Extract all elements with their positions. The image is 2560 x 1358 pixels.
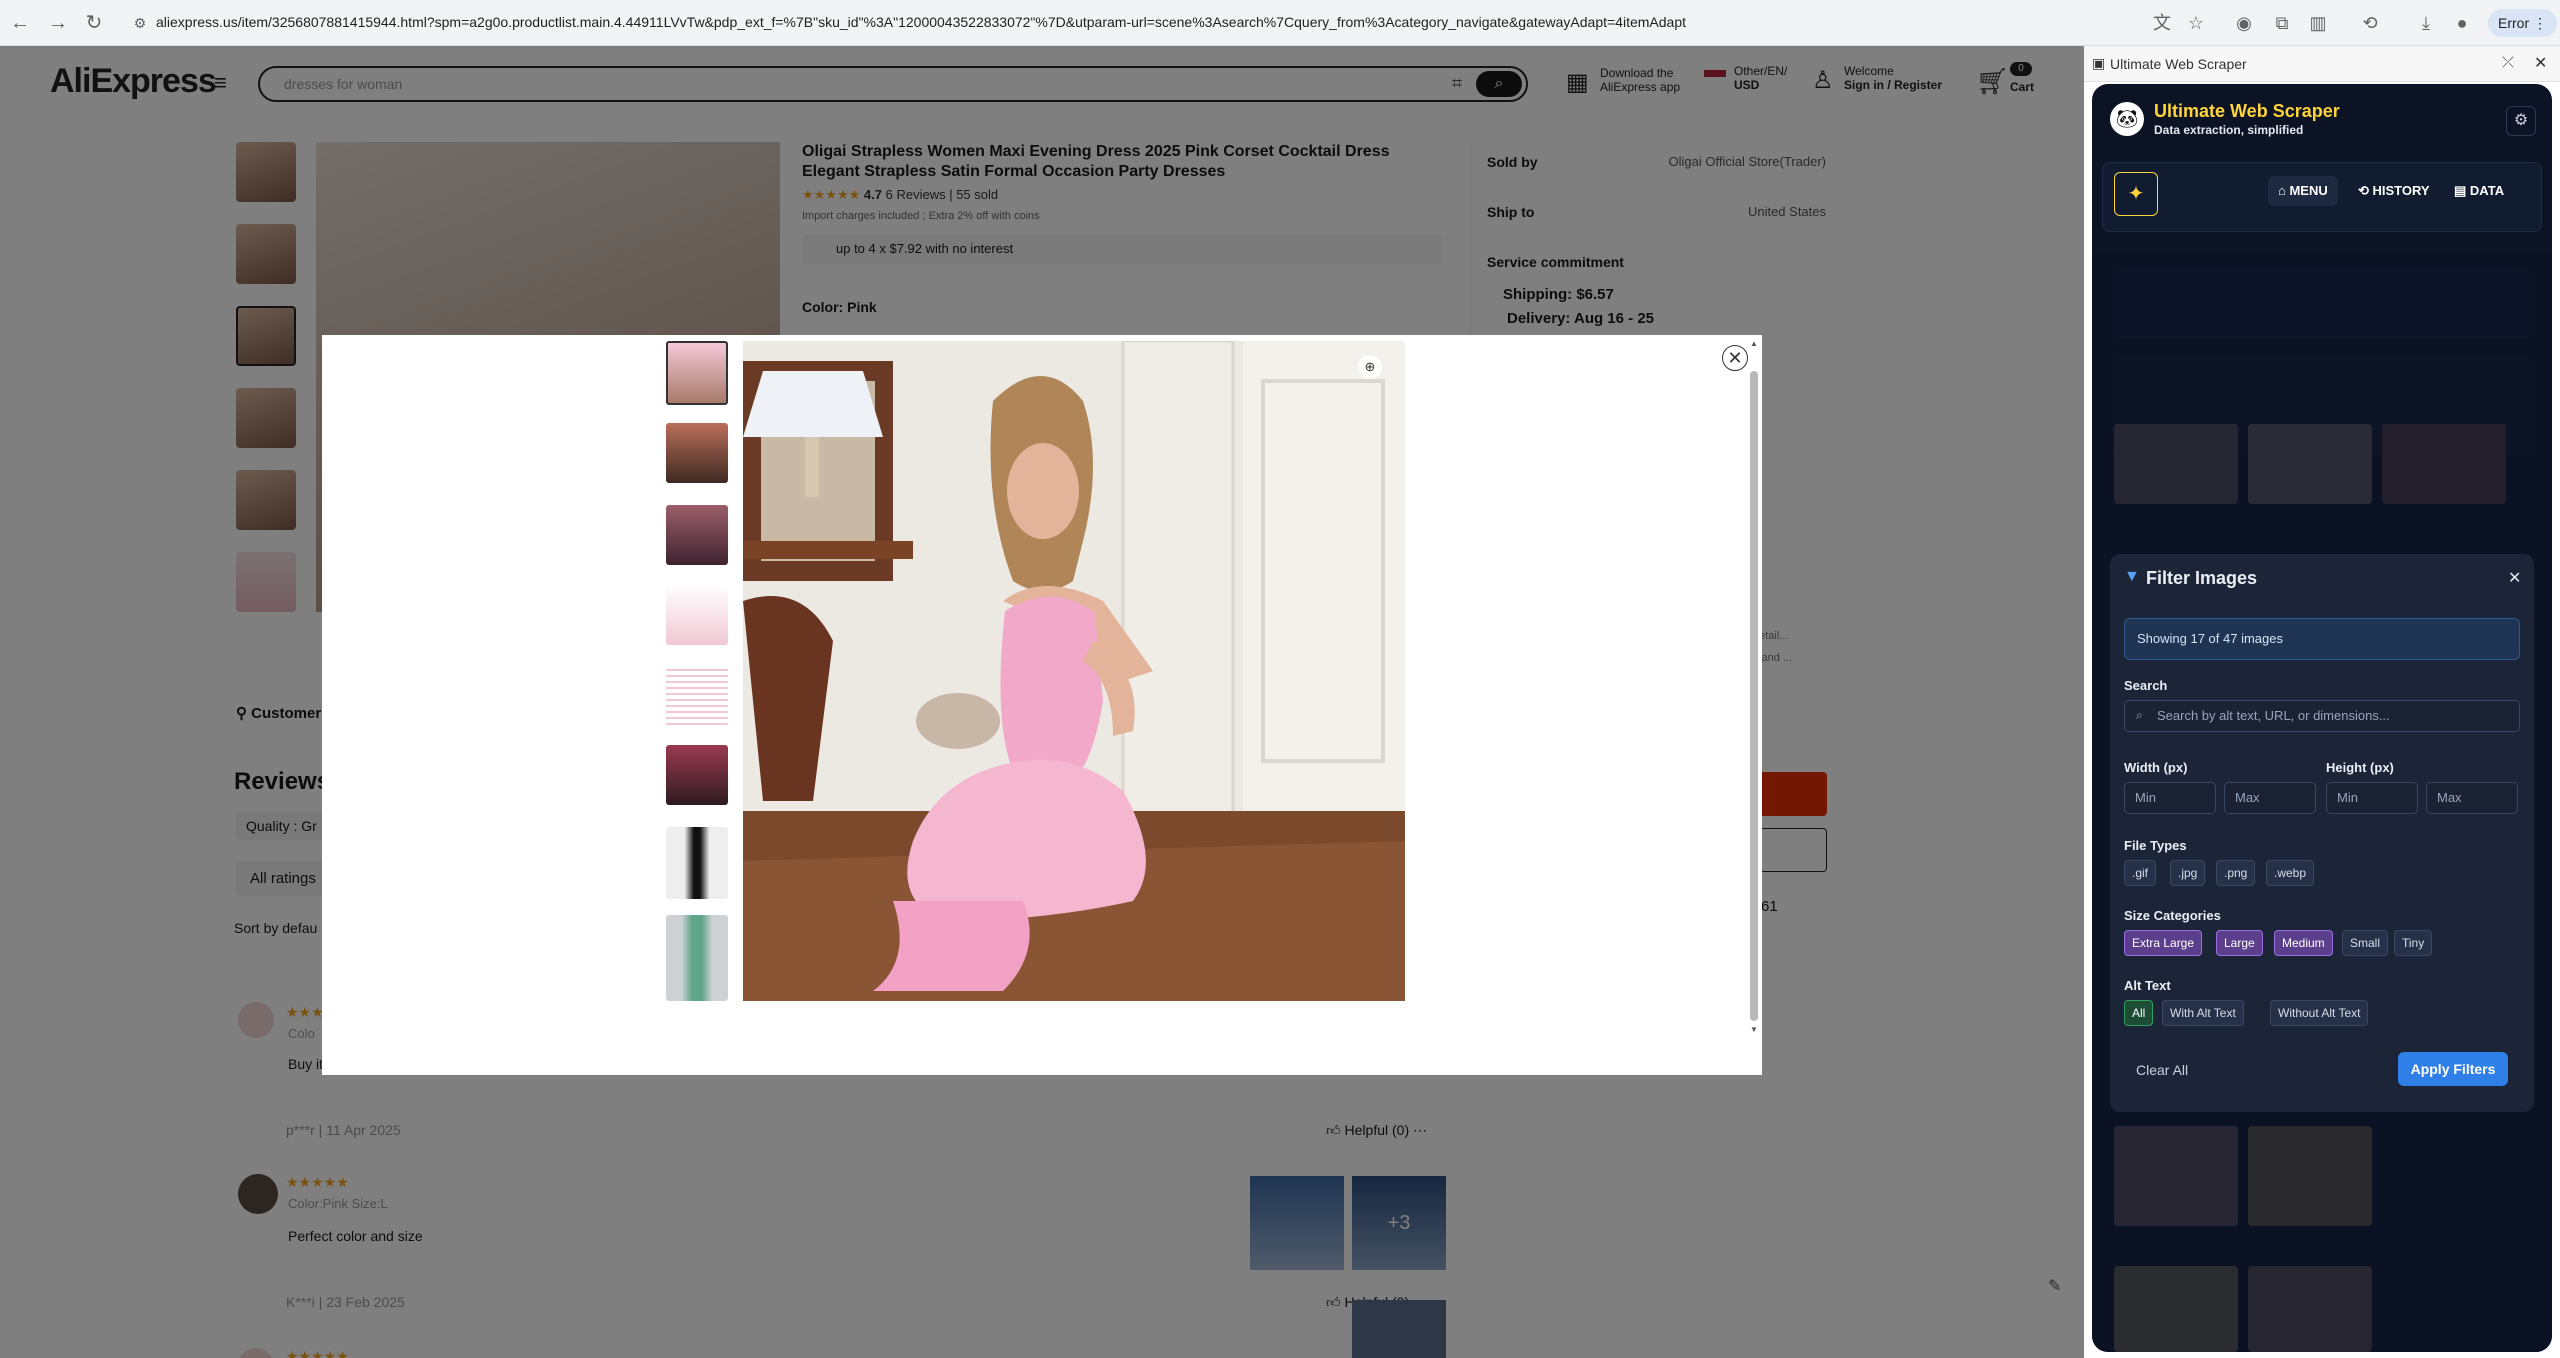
- error-button[interactable]: Error ⋮: [2488, 9, 2558, 37]
- extension-side-panel: ▣ Ultimate Web Scraper ⤫ ✕ 🐼︎ Ultimate W…: [2084, 46, 2560, 1358]
- size-large[interactable]: Large: [2216, 930, 2263, 956]
- height-label: Height (px): [2326, 760, 2394, 775]
- side-panel-icon[interactable]: ▥: [2306, 11, 2330, 35]
- side-panel-header: ▣ Ultimate Web Scraper ⤫ ✕: [2084, 46, 2560, 82]
- error-label: Error: [2498, 15, 2530, 31]
- preview-main-image[interactable]: [743, 341, 1405, 1001]
- brand-name: Ultimate Web Scraper: [2154, 101, 2340, 121]
- tab-menu-label: MENU: [2289, 183, 2328, 198]
- history-icon[interactable]: ⟲: [2358, 11, 2382, 35]
- tab-history[interactable]: ⟲ HISTORY: [2348, 176, 2440, 206]
- preview-thumb[interactable]: [666, 423, 728, 483]
- filter-images-dialog: ▼ Filter Images ✕ Showing 17 of 47 image…: [2110, 554, 2534, 1112]
- extension-icon[interactable]: ◉: [2232, 11, 2256, 35]
- image-preview-modal: ⊕ ✕ ▲ ▼: [322, 335, 1762, 1075]
- preview-thumb[interactable]: [666, 915, 728, 1001]
- filter-funnel-icon: ▼: [2124, 568, 2140, 585]
- preview-thumb[interactable]: [666, 665, 728, 727]
- file-type-gif[interactable]: .gif: [2124, 860, 2157, 886]
- width-label: Width (px): [2124, 760, 2188, 775]
- scroll-down-icon[interactable]: ▼: [1750, 1025, 1758, 1034]
- file-type-jpg[interactable]: .jpg: [2170, 860, 2206, 886]
- preview-thumb[interactable]: [666, 585, 728, 645]
- showing-count: Showing 17 of 47 images: [2124, 618, 2520, 660]
- file-type-webp[interactable]: .webp: [2266, 860, 2315, 886]
- back-icon[interactable]: ←: [8, 11, 32, 35]
- scraper-app: 🐼︎ Ultimate Web Scraper Data extraction,…: [2092, 84, 2552, 1352]
- browser-toolbar: ← → ↻ ⚙ aliexpress.us/item/3256807881415…: [0, 0, 2560, 46]
- filter-title: Filter Images: [2146, 568, 2258, 588]
- settings-gear-icon[interactable]: ⚙: [2506, 106, 2536, 136]
- filter-close-icon[interactable]: ✕: [2508, 568, 2521, 588]
- alt-text-label: Alt Text: [2124, 978, 2171, 993]
- tab-menu[interactable]: ⌂ MENU: [2268, 176, 2338, 206]
- puzzle-icon[interactable]: ⧉: [2270, 11, 2294, 35]
- side-panel-title: Ultimate Web Scraper: [2110, 56, 2247, 72]
- close-panel-icon[interactable]: ✕: [2534, 53, 2547, 73]
- bookmark-star-icon[interactable]: ☆: [2184, 11, 2208, 35]
- width-max-input[interactable]: Max: [2224, 782, 2316, 814]
- alt-all[interactable]: All: [2124, 1000, 2154, 1026]
- element-picker-icon[interactable]: ✦: [2114, 172, 2158, 216]
- size-categories-label: Size Categories: [2124, 908, 2221, 923]
- brand-tagline: Data extraction, simplified: [2154, 123, 2304, 137]
- size-extra-large[interactable]: Extra Large: [2124, 930, 2203, 956]
- unpin-icon[interactable]: ⤫: [2502, 54, 2514, 71]
- file-type-png[interactable]: .png: [2216, 860, 2256, 886]
- alt-with[interactable]: With Alt Text: [2162, 1000, 2244, 1026]
- search-icon: ⌕: [2136, 708, 2143, 722]
- clear-all-button[interactable]: Clear All: [2136, 1062, 2188, 1078]
- preview-photo: [743, 341, 1405, 1001]
- panda-logo-icon: 🐼︎: [2110, 102, 2144, 136]
- filter-search-input[interactable]: Search by alt text, URL, or dimensions..…: [2124, 700, 2520, 732]
- tab-data[interactable]: ▤ DATA: [2444, 176, 2514, 206]
- preview-thumb[interactable]: [666, 827, 728, 899]
- preview-thumb[interactable]: [666, 745, 728, 805]
- translate-icon[interactable]: 文: [2150, 11, 2174, 35]
- preview-thumb[interactable]: [666, 505, 728, 565]
- download-icon[interactable]: ⤓: [2414, 11, 2438, 35]
- height-min-input[interactable]: Min: [2326, 782, 2418, 814]
- alt-without[interactable]: Without Alt Text: [2270, 1000, 2369, 1026]
- width-min-input[interactable]: Min: [2124, 782, 2216, 814]
- preview-thumb[interactable]: [666, 341, 728, 405]
- tab-history-label: HISTORY: [2372, 183, 2430, 198]
- extension-small-icon: ▣: [2092, 55, 2106, 71]
- size-small[interactable]: Small: [2342, 930, 2389, 956]
- site-info-icon[interactable]: ⚙: [128, 11, 152, 35]
- forward-icon[interactable]: →: [46, 11, 70, 35]
- search-label: Search: [2124, 678, 2168, 693]
- modal-scrollbar[interactable]: [1750, 371, 1758, 1021]
- scroll-up-icon[interactable]: ▲: [1750, 339, 1758, 348]
- height-max-input[interactable]: Max: [2426, 782, 2518, 814]
- size-tiny[interactable]: Tiny: [2394, 930, 2433, 956]
- tab-data-label: DATA: [2469, 183, 2505, 198]
- profile-icon[interactable]: ●: [2450, 11, 2474, 35]
- size-medium[interactable]: Medium: [2274, 930, 2333, 956]
- url-text[interactable]: aliexpress.us/item/3256807881415944.html…: [156, 14, 1686, 30]
- file-types-label: File Types: [2124, 838, 2187, 853]
- zoom-icon[interactable]: ⊕: [1358, 355, 1382, 379]
- close-icon[interactable]: ✕: [1722, 345, 1748, 371]
- reload-icon[interactable]: ↻: [82, 11, 106, 35]
- apply-filters-button[interactable]: Apply Filters: [2398, 1052, 2508, 1086]
